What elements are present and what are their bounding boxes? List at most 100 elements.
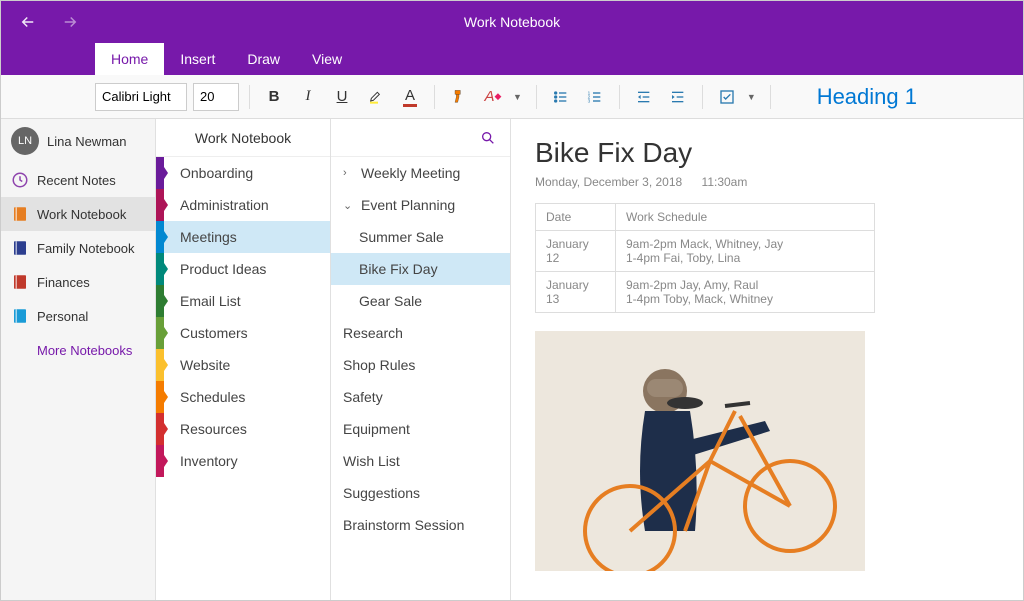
heading-style-button[interactable]: Heading 1: [805, 80, 929, 114]
section-item[interactable]: Product Ideas: [156, 253, 330, 285]
section-color-tab: [156, 381, 164, 413]
sidebar-item-work[interactable]: Work Notebook: [1, 197, 155, 231]
section-label: Onboarding: [180, 165, 253, 181]
page-item[interactable]: Bike Fix Day: [331, 253, 510, 285]
page-label: Gear Sale: [359, 293, 422, 309]
increase-indent-button[interactable]: [664, 83, 692, 111]
table-row[interactable]: January 13 9am-2pm Jay, Amy, Raul1-4pm T…: [536, 272, 875, 313]
notebook-sidebar: LN Lina Newman Recent Notes Work Noteboo…: [1, 119, 156, 600]
page-item[interactable]: Gear Sale: [331, 285, 510, 317]
more-notebooks-link[interactable]: More Notebooks: [1, 333, 155, 368]
tab-view[interactable]: View: [296, 43, 358, 75]
home-toolbar: B I U A A◆ ▼ 123 ▼ Heading 1: [1, 75, 1023, 119]
section-label: Product Ideas: [180, 261, 266, 277]
note-date: Monday, December 3, 2018: [535, 175, 682, 189]
section-color-tab: [156, 157, 164, 189]
section-color-tab: [156, 189, 164, 221]
back-button[interactable]: [19, 13, 37, 31]
page-label: Summer Sale: [359, 229, 444, 245]
font-color-button[interactable]: A: [396, 83, 424, 111]
tab-home[interactable]: Home: [95, 43, 164, 75]
section-item[interactable]: Administration: [156, 189, 330, 221]
separator: [249, 85, 250, 109]
italic-button[interactable]: I: [294, 83, 322, 111]
svg-text:3: 3: [588, 98, 591, 103]
page-item[interactable]: Brainstorm Session: [331, 509, 510, 541]
page-item[interactable]: Wish List: [331, 445, 510, 477]
sidebar-item-recent[interactable]: Recent Notes: [1, 163, 155, 197]
user-profile[interactable]: LN Lina Newman: [1, 119, 155, 163]
bullet-list-button[interactable]: [547, 83, 575, 111]
page-label: Wish List: [343, 453, 400, 469]
section-color-tab: [156, 445, 164, 477]
page-item[interactable]: ⌄ Event Planning: [331, 189, 510, 221]
note-time: 11:30am: [702, 175, 748, 189]
sidebar-item-label: Work Notebook: [37, 207, 126, 222]
table-row[interactable]: January 12 9am-2pm Mack, Whitney, Jay1-4…: [536, 231, 875, 272]
chevron-down-icon: ⌄: [343, 199, 355, 212]
section-item[interactable]: Resources: [156, 413, 330, 445]
sidebar-item-finances[interactable]: Finances: [1, 265, 155, 299]
font-size-input[interactable]: [193, 83, 239, 111]
page-label: Event Planning: [361, 197, 455, 213]
clock-icon: [11, 171, 29, 189]
sidebar-item-personal[interactable]: Personal: [1, 299, 155, 333]
page-item[interactable]: Safety: [331, 381, 510, 413]
page-list: ›Weekly Meeting ⌄ Event Planning Summer Sal…: [331, 119, 511, 600]
format-dropdown[interactable]: ▼: [509, 92, 526, 102]
section-item[interactable]: Email List: [156, 285, 330, 317]
notebook-icon: [11, 307, 29, 325]
page-item[interactable]: Summer Sale: [331, 221, 510, 253]
user-name-label: Lina Newman: [47, 134, 127, 149]
underline-button[interactable]: U: [328, 83, 356, 111]
bold-button[interactable]: B: [260, 83, 288, 111]
font-name-input[interactable]: [95, 83, 187, 111]
table-header: Date: [536, 204, 616, 231]
section-item[interactable]: Onboarding: [156, 157, 330, 189]
notebook-icon: [11, 205, 29, 223]
clear-format-button[interactable]: A◆: [479, 83, 507, 111]
tab-draw[interactable]: Draw: [231, 43, 296, 75]
page-label: Research: [343, 325, 403, 341]
number-list-button[interactable]: 123: [581, 83, 609, 111]
embedded-image[interactable]: [535, 331, 865, 571]
todo-tag-button[interactable]: [713, 83, 741, 111]
section-color-tab: [156, 349, 164, 381]
note-title[interactable]: Bike Fix Day: [535, 137, 999, 169]
page-item[interactable]: Equipment: [331, 413, 510, 445]
section-item[interactable]: Website: [156, 349, 330, 381]
tab-insert[interactable]: Insert: [164, 43, 231, 75]
sidebar-item-family[interactable]: Family Notebook: [1, 231, 155, 265]
sidebar-item-label: Recent Notes: [37, 173, 116, 188]
sidebar-item-label: Personal: [37, 309, 88, 324]
highlight-button[interactable]: [362, 83, 390, 111]
forward-button[interactable]: [61, 13, 79, 31]
search-icon[interactable]: [480, 130, 496, 146]
section-item[interactable]: Schedules: [156, 381, 330, 413]
page-label: Weekly Meeting: [361, 165, 460, 181]
format-painter-button[interactable]: [445, 83, 473, 111]
page-label: Brainstorm Session: [343, 517, 464, 533]
section-color-tab: [156, 413, 164, 445]
section-label: Customers: [180, 325, 248, 341]
avatar: LN: [11, 127, 39, 155]
section-color-tab: [156, 253, 164, 285]
page-label: Safety: [343, 389, 383, 405]
tags-dropdown[interactable]: ▼: [743, 92, 760, 102]
page-item[interactable]: ›Weekly Meeting: [331, 157, 510, 189]
section-item[interactable]: Inventory: [156, 445, 330, 477]
page-item[interactable]: Shop Rules: [331, 349, 510, 381]
section-item[interactable]: Meetings: [156, 221, 330, 253]
note-canvas[interactable]: Bike Fix Day Monday, December 3, 2018 11…: [511, 119, 1023, 600]
section-header: Work Notebook: [156, 119, 330, 157]
decrease-indent-button[interactable]: [630, 83, 658, 111]
window-titlebar: Work Notebook: [1, 1, 1023, 43]
schedule-table[interactable]: Date Work Schedule January 12 9am-2pm Ma…: [535, 203, 875, 313]
page-item[interactable]: Research: [331, 317, 510, 349]
section-list: Work Notebook Onboarding AdministrationMe…: [156, 119, 331, 600]
ribbon-tab-bar: Home Insert Draw View: [1, 43, 1023, 75]
page-label: Equipment: [343, 421, 410, 437]
separator: [702, 85, 703, 109]
page-item[interactable]: Suggestions: [331, 477, 510, 509]
section-item[interactable]: Customers: [156, 317, 330, 349]
